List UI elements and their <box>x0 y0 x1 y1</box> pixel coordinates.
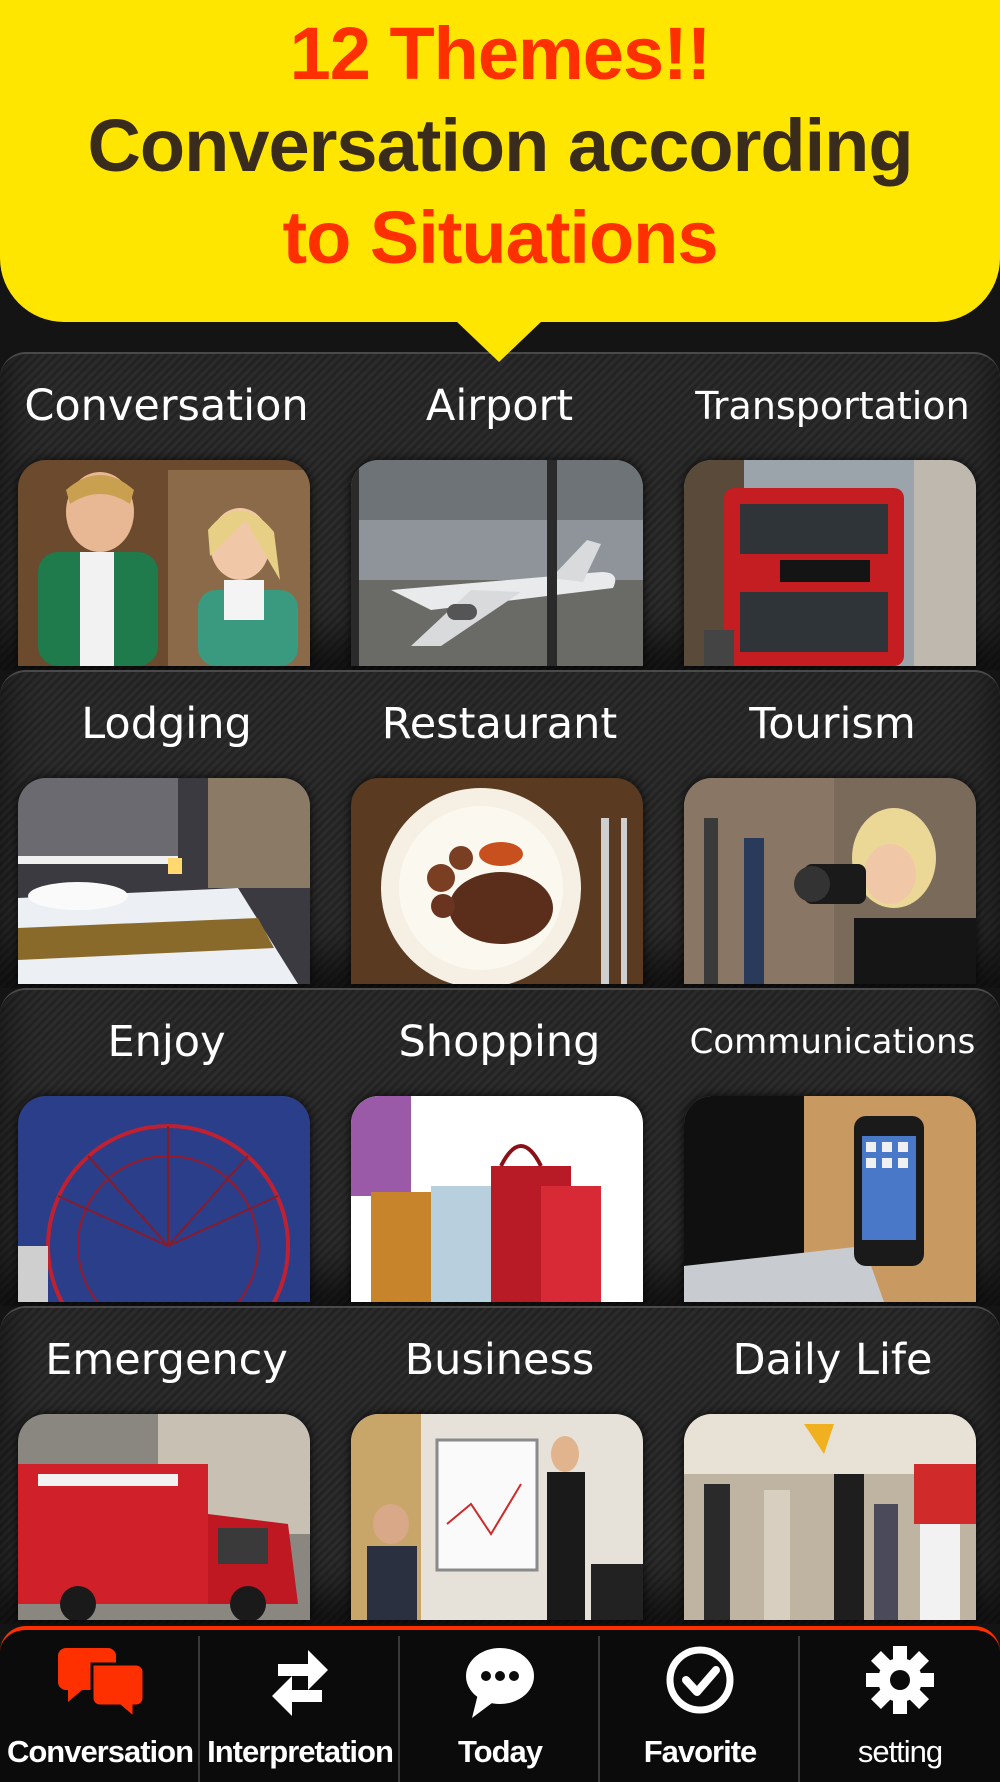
promo-banner: 12 Themes!! Conversation according to Si… <box>0 0 1000 362</box>
theme-label: Lodging <box>81 699 252 749</box>
bottom-tab-bar: Conversation Interpretation Today Favori… <box>0 1626 1000 1782</box>
theme-label: Conversation <box>24 381 309 431</box>
banner-headline-1: 12 Themes!! <box>289 12 712 95</box>
theme-row: Enjoy Shopping Communications <box>0 988 1000 1306</box>
theme-tile-enjoy[interactable]: Enjoy <box>0 990 333 1306</box>
couple-talking-photo <box>18 460 310 666</box>
steak-plate-photo <box>351 778 643 984</box>
tab-label: Favorite <box>643 1734 758 1769</box>
theme-tile-business[interactable]: Business <box>333 1308 666 1624</box>
tourist-camera-photo <box>684 778 976 984</box>
theme-grid: Conversation Airport Transportation Lodg… <box>0 352 1000 1624</box>
theme-tile-communications[interactable]: Communications <box>666 990 999 1306</box>
ambulance-photo <box>18 1414 310 1620</box>
theme-label: Restaurant <box>381 699 618 749</box>
chat-bubbles-icon <box>52 1642 148 1726</box>
theme-label: Shopping <box>398 1017 601 1067</box>
theme-tile-restaurant[interactable]: Restaurant <box>333 672 666 988</box>
theme-label: Airport <box>425 381 574 431</box>
swap-arrows-icon <box>268 1642 332 1726</box>
smartphone-photo <box>684 1096 976 1302</box>
theme-label: Daily Life <box>732 1335 933 1385</box>
theme-tile-transportation[interactable]: Transportation <box>666 354 999 670</box>
tab-setting[interactable]: setting <box>800 1630 1000 1782</box>
business-meeting-photo <box>351 1414 643 1620</box>
theme-tile-conversation[interactable]: Conversation <box>0 354 333 670</box>
tab-label: Conversation <box>6 1734 194 1769</box>
tab-today[interactable]: Today <box>400 1630 600 1782</box>
tab-favorite[interactable]: Favorite <box>600 1630 800 1782</box>
shopping-bags-photo <box>351 1096 643 1302</box>
banner-headline-3: to Situations <box>282 196 718 279</box>
gear-icon <box>864 1642 936 1726</box>
theme-tile-shopping[interactable]: Shopping <box>333 990 666 1306</box>
tab-label: setting <box>857 1734 943 1769</box>
theme-label: Communications <box>689 1022 976 1062</box>
check-circle-icon <box>664 1642 736 1726</box>
theme-label: Business <box>404 1335 595 1385</box>
theme-row: Lodging Restaurant Tourism <box>0 670 1000 988</box>
tab-conversation[interactable]: Conversation <box>0 1630 200 1782</box>
tab-label: Today <box>458 1734 543 1769</box>
tab-interpretation[interactable]: Interpretation <box>200 1630 400 1782</box>
theme-row: Conversation Airport Transportation <box>0 352 1000 670</box>
daily-life-photo <box>684 1414 976 1620</box>
theme-tile-daily-life[interactable]: Daily Life <box>666 1308 999 1624</box>
ferris-wheel-photo <box>18 1096 310 1302</box>
theme-label: Tourism <box>749 699 916 749</box>
double-decker-bus-photo <box>684 460 976 666</box>
theme-tile-tourism[interactable]: Tourism <box>666 672 999 988</box>
theme-tile-emergency[interactable]: Emergency <box>0 1308 333 1624</box>
airplane-photo <box>351 460 643 666</box>
theme-label: Transportation <box>695 384 970 428</box>
theme-label: Emergency <box>45 1335 288 1385</box>
tab-label: Interpretation <box>207 1734 394 1769</box>
banner-headline-2: Conversation according <box>87 104 913 187</box>
theme-row: Emergency Business Daily Life <box>0 1306 1000 1624</box>
theme-tile-airport[interactable]: Airport <box>333 354 666 670</box>
theme-label: Enjoy <box>107 1017 226 1067</box>
speech-bubble-icon <box>464 1642 536 1726</box>
theme-tile-lodging[interactable]: Lodging <box>0 672 333 988</box>
hotel-bed-photo <box>18 778 310 984</box>
